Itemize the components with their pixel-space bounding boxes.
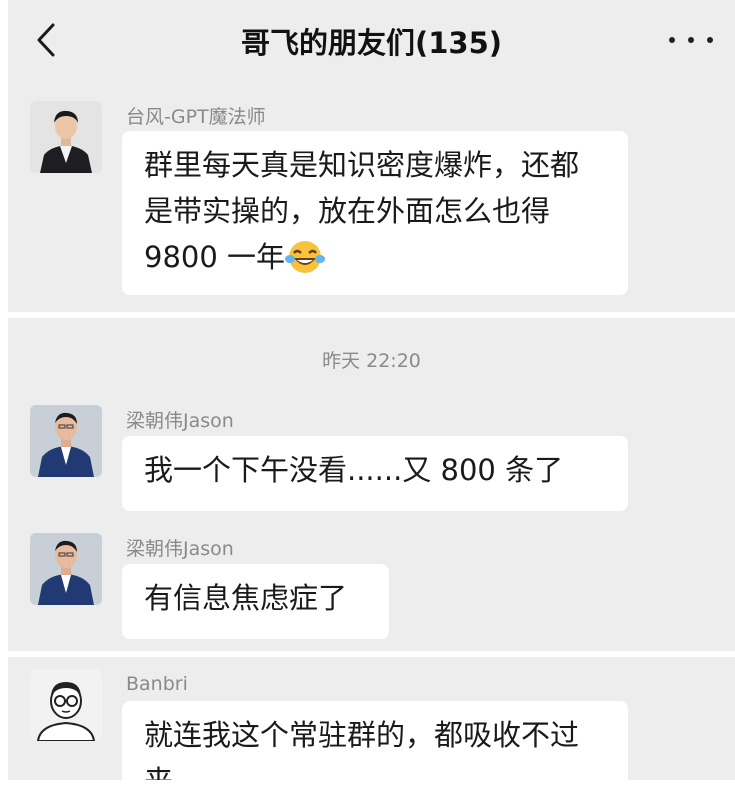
sender-name: 梁朝伟Jason (126, 538, 234, 560)
message-line: 有信息焦虑症了 (144, 581, 348, 615)
sender-name: 梁朝伟Jason (126, 410, 234, 432)
message-line: 我一个下午没看......又 800 条了 (144, 453, 564, 487)
message-line: 9800 一年 (144, 240, 286, 274)
section-divider (8, 651, 735, 657)
message-item: Banbri 就连我这个常驻群的，都吸收不过 来 (8, 665, 735, 780)
sender-avatar[interactable] (30, 101, 102, 173)
sender-name: Banbri (126, 673, 188, 695)
more-dots-icon (669, 37, 675, 43)
message-item: 台风-GPT魔法师 群里每天真是知识密度爆炸，还都 是带实操的，放在外面怎么也得… (8, 95, 735, 310)
timestamp: 昨天 22:20 (322, 350, 421, 372)
message-item: 梁朝伟Jason 有信息焦虑症了 (8, 528, 735, 643)
sender-name: 台风-GPT魔法师 (126, 106, 266, 128)
chat-title: 哥飞的朋友们(135) (240, 26, 503, 60)
avatar-cartoon-glasses (30, 669, 102, 741)
section-divider (8, 312, 735, 318)
message-line: 群里每天真是知识密度爆炸，还都 (144, 148, 580, 182)
message-line: 是带实操的，放在外面怎么也得 (144, 194, 551, 228)
face-with-tears-of-joy-emoji (285, 241, 326, 273)
chat-screen: 哥飞的朋友们(135) 台风-GPT魔法师 群里每天真是知识密度爆炸，还都 是带… (8, 0, 735, 780)
message-bubble[interactable]: 就连我这个常驻群的，都吸收不过 来 (122, 701, 628, 780)
message-line: 来 (144, 758, 606, 780)
message-line: 就连我这个常驻群的，都吸收不过 (144, 718, 580, 752)
message-bubble[interactable]: 有信息焦虑症了 (122, 564, 389, 639)
message-bubble[interactable]: 我一个下午没看......又 800 条了 (122, 436, 628, 511)
sender-avatar[interactable] (30, 533, 102, 605)
avatar-man-dark-suit (30, 101, 102, 173)
sender-avatar[interactable] (30, 669, 102, 741)
nav-bar: 哥飞的朋友们(135) (8, 0, 735, 82)
avatar-man-blue-suit (30, 533, 102, 605)
more-button[interactable] (669, 30, 713, 50)
message-bubble[interactable]: 群里每天真是知识密度爆炸，还都 是带实操的，放在外面怎么也得 9800 一年 (122, 131, 628, 295)
avatar-man-blue-suit (30, 405, 102, 477)
message-item: 梁朝伟Jason 我一个下午没看......又 800 条了 (8, 400, 735, 515)
sender-avatar[interactable] (30, 405, 102, 477)
